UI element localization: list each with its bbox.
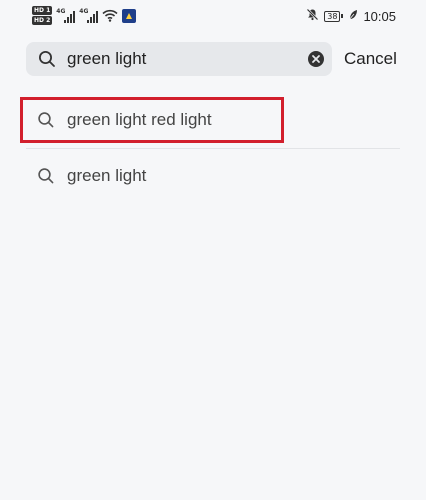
signal-icon: 4G xyxy=(79,7,99,23)
network-type-2: 4G xyxy=(79,7,89,15)
cancel-button[interactable]: Cancel xyxy=(344,49,397,69)
search-icon xyxy=(37,111,55,129)
hd1-badge: HD 1 xyxy=(32,6,53,15)
hd2-badge: HD 2 xyxy=(32,16,53,25)
search-screen: HD 1 HD 2 4G 4G 38 10:05 green light Can… xyxy=(0,0,426,500)
wifi-icon xyxy=(102,9,118,22)
battery-level: 38 xyxy=(324,10,341,22)
divider xyxy=(26,148,400,149)
clock: 10:05 xyxy=(363,8,396,24)
battery-icon: 38 xyxy=(324,10,344,22)
search-icon xyxy=(38,50,56,68)
suggestion-item[interactable]: green light xyxy=(26,154,400,198)
leaf-icon xyxy=(348,9,358,24)
app-notification-icon xyxy=(122,8,137,23)
search-icon xyxy=(37,167,55,185)
hd-badges: HD 1 HD 2 xyxy=(32,6,53,25)
suggestion-label: green light xyxy=(67,166,147,185)
suggestion-label: green light red light xyxy=(67,110,212,129)
suggestion-item[interactable]: green light red light xyxy=(26,98,400,142)
mute-icon xyxy=(306,8,319,24)
status-bar-right: 38 10:05 xyxy=(306,8,396,24)
search-input[interactable] xyxy=(67,49,307,69)
status-bar-left: HD 1 HD 2 4G 4G xyxy=(32,6,137,25)
signal-icon: 4G xyxy=(56,7,76,23)
status-bar: HD 1 HD 2 4G 4G 38 10:05 xyxy=(0,0,426,34)
clear-search-icon[interactable] xyxy=(307,50,325,68)
search-bar[interactable] xyxy=(26,42,332,76)
network-type-1: 4G xyxy=(56,7,66,15)
